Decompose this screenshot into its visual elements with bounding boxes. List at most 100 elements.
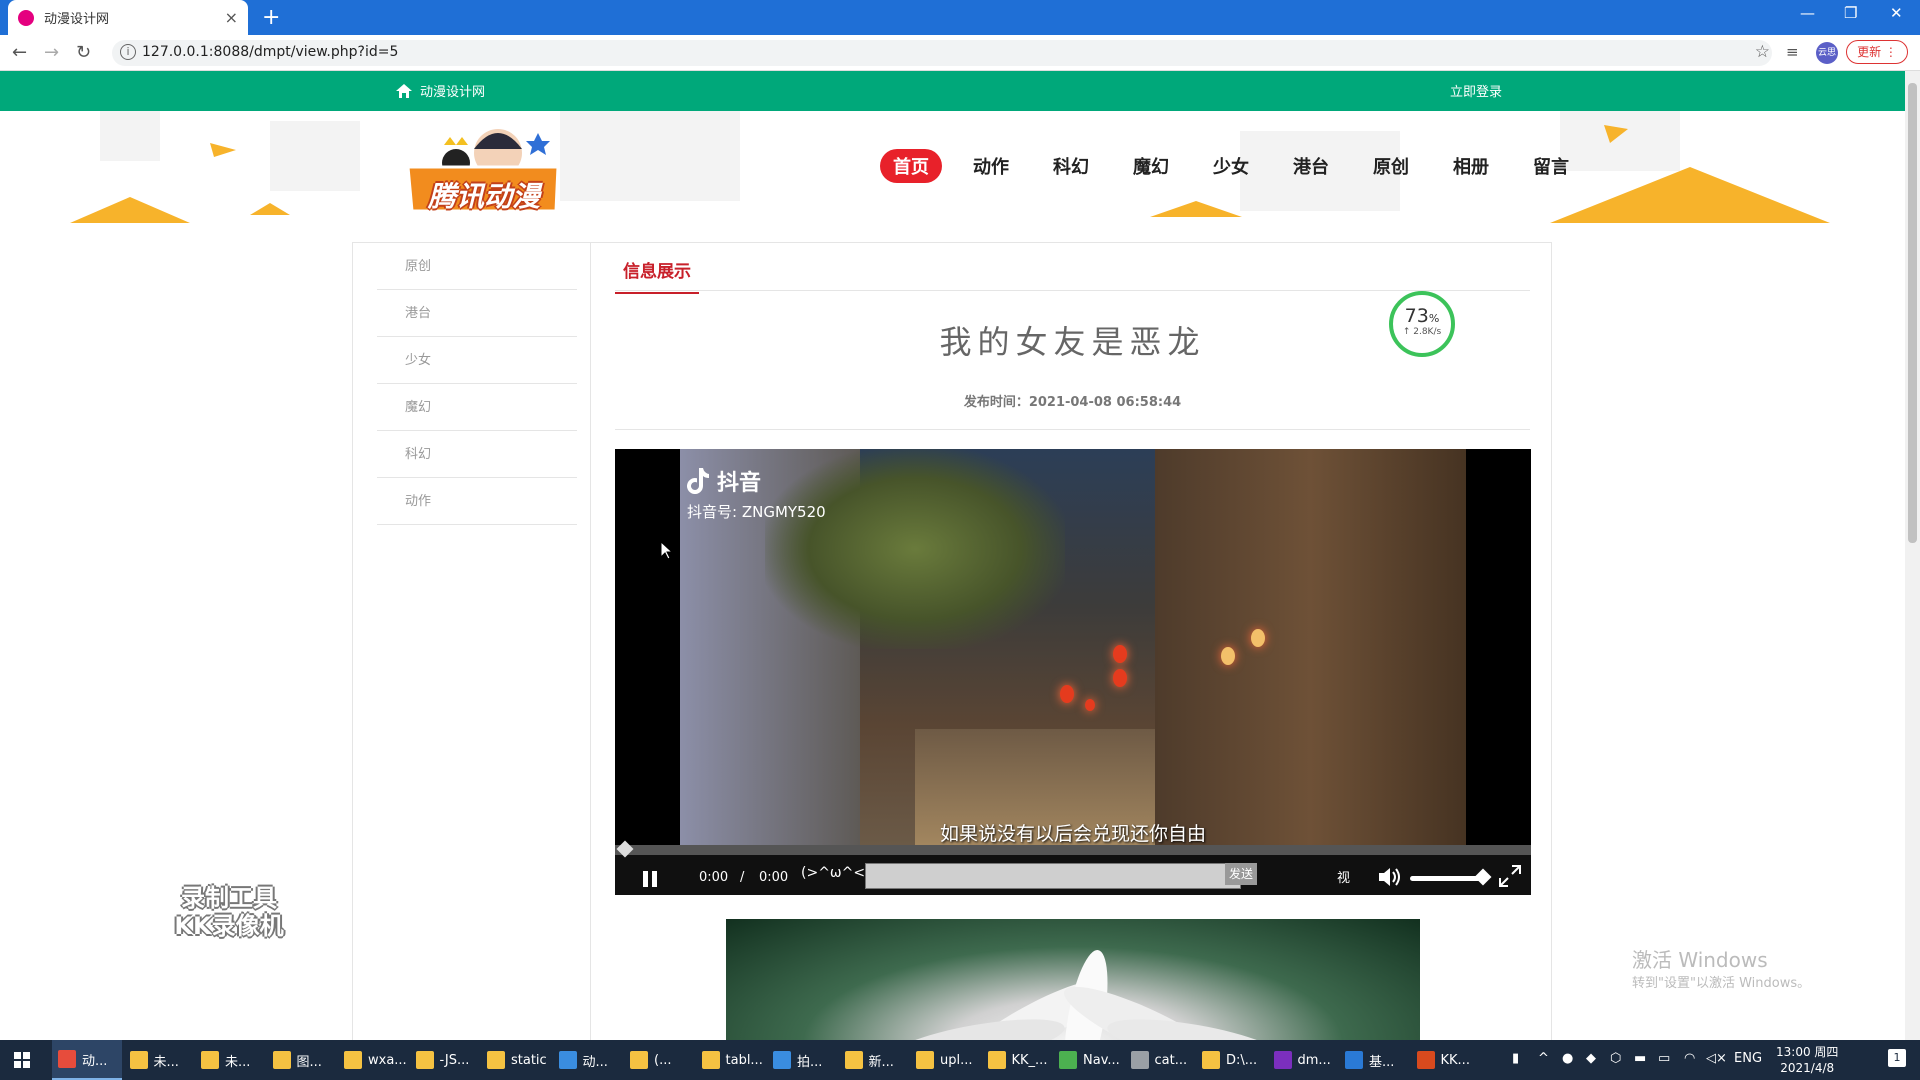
fullscreen-icon[interactable] <box>1499 865 1521 887</box>
windows-start-icon[interactable] <box>14 1052 30 1068</box>
taskbar-item[interactable]: 动... <box>52 1040 122 1080</box>
nav-item-home[interactable]: 首页 <box>880 149 942 183</box>
taskbar-item[interactable]: Nav... <box>1053 1040 1123 1080</box>
category-sidebar: 原创 港台 少女 魔幻 科幻 动作 <box>353 243 591 1043</box>
url-field[interactable]: i 127.0.0.1:8088/dmpt/view.php?id=5 <box>112 40 1772 66</box>
danmaku-input[interactable] <box>865 863 1241 889</box>
taskbar-item[interactable]: cat... <box>1125 1040 1195 1080</box>
taskbar-item-label: 动... <box>582 1054 608 1070</box>
taskbar-item[interactable]: D:\... <box>1196 1040 1266 1080</box>
taskbar-clock[interactable]: 13:00 周四 2021/4/8 <box>1776 1044 1838 1076</box>
reload-icon[interactable]: ↻ <box>76 42 91 63</box>
taskbar-app-icon <box>987 1051 1006 1069</box>
sidebar-item-action[interactable]: 动作 <box>377 478 577 525</box>
lantern <box>1085 699 1095 711</box>
tab-close-icon[interactable]: × <box>225 8 238 27</box>
nav-item-action[interactable]: 动作 <box>960 149 1022 183</box>
volume-slider[interactable] <box>1410 876 1482 881</box>
nav-item-original[interactable]: 原创 <box>1360 149 1422 183</box>
browser-tab[interactable]: 动漫设计网 × <box>8 0 248 35</box>
tray-bell-icon[interactable]: ◆ <box>1586 1051 1596 1066</box>
taskbar-item[interactable]: 基... <box>1339 1040 1409 1080</box>
nav-item-shoujo[interactable]: 少女 <box>1200 149 1262 183</box>
volume-icon[interactable] <box>1377 865 1403 889</box>
maximize-button[interactable]: ❐ <box>1844 4 1857 22</box>
tray-network-drive-icon[interactable]: ▬ <box>1634 1051 1646 1066</box>
close-window-button[interactable]: ✕ <box>1890 4 1903 22</box>
taskbar-app-icon <box>415 1051 434 1069</box>
taskbar-app-icon <box>916 1051 934 1069</box>
notification-center-icon[interactable]: 1 <box>1888 1049 1906 1067</box>
nav-item-hktw[interactable]: 港台 <box>1280 149 1342 183</box>
tray-shield-icon[interactable]: ⬡ <box>1610 1051 1621 1066</box>
login-link[interactable]: 立即登录 <box>1450 81 1502 100</box>
taskbar-item[interactable]: static <box>481 1040 551 1080</box>
tray-app-icon[interactable]: ● <box>1562 1051 1573 1066</box>
taskbar-item[interactable]: 未... <box>124 1040 194 1080</box>
sidebar-item-scifi[interactable]: 科幻 <box>377 431 577 478</box>
nav-item-album[interactable]: 相册 <box>1440 149 1502 183</box>
send-danmaku-button[interactable]: 发送 <box>1225 863 1257 885</box>
taskbar-item[interactable]: 新... <box>839 1040 909 1080</box>
home-link[interactable]: 动漫设计网 <box>396 81 485 100</box>
network-speed-widget[interactable]: 73% ↑ 2.8K/s <box>1389 291 1455 357</box>
taskbar-item[interactable]: dm... <box>1268 1040 1338 1080</box>
scrollbar-thumb[interactable] <box>1908 83 1917 543</box>
danmaku-style-button[interactable]: 视 <box>1337 867 1350 886</box>
forward-icon[interactable]: → <box>44 42 59 63</box>
taskbar-item[interactable]: 动... <box>553 1040 623 1080</box>
taskbar-item[interactable]: -JS... <box>410 1040 480 1080</box>
page-scrollbar[interactable] <box>1905 71 1920 1040</box>
video-player[interactable]: 抖音 抖音号: ZNGMY520 如果说没有以后会兑现还你自由 0:00 / 0… <box>615 449 1531 895</box>
taskbar-item[interactable]: tabl... <box>696 1040 766 1080</box>
tiktok-logo: 抖音 <box>687 465 761 497</box>
site-info-icon[interactable]: i <box>120 44 136 60</box>
minimize-button[interactable]: — <box>1800 4 1815 22</box>
emoticon-button[interactable]: (>^ω^<) <box>801 865 871 881</box>
tray-display-icon[interactable]: ▭ <box>1658 1051 1670 1066</box>
taskbar-item[interactable]: 拍... <box>767 1040 837 1080</box>
time-separator: / <box>740 870 745 885</box>
nav-item-message[interactable]: 留言 <box>1520 149 1582 183</box>
tray-chevron-icon[interactable]: ^ <box>1538 1051 1549 1066</box>
section-title: 信息展示 <box>615 257 699 294</box>
tiktok-note-icon <box>687 468 709 494</box>
profile-avatar[interactable]: 云思 <box>1816 42 1838 64</box>
mouse-cursor-icon <box>661 542 673 560</box>
back-icon[interactable]: ← <box>12 42 27 63</box>
lantern <box>1113 645 1127 663</box>
taskbar-app-icon <box>1273 1051 1292 1069</box>
update-button[interactable]: 更新 ⋮ <box>1846 40 1908 64</box>
taskbar-item[interactable]: KK_... <box>982 1040 1052 1080</box>
content-panel: 原创 港台 少女 魔幻 科幻 动作 信息展示 我的女友是恶龙 发布时间：2021… <box>352 242 1552 1043</box>
taskbar-item[interactable]: KK... <box>1411 1040 1481 1080</box>
sidebar-item-shoujo[interactable]: 少女 <box>377 337 577 384</box>
reading-list-icon[interactable]: ≡ <box>1786 43 1799 61</box>
battery-icon[interactable]: ▮ <box>1512 1051 1519 1066</box>
taskbar-item[interactable]: (... <box>624 1040 694 1080</box>
new-tab-button[interactable]: + <box>262 5 280 30</box>
taskbar-item[interactable]: wxa... <box>338 1040 408 1080</box>
nav-item-fantasy[interactable]: 魔幻 <box>1120 149 1182 183</box>
sidebar-item-hktw[interactable]: 港台 <box>377 290 577 337</box>
taskbar-item-label: wxa... <box>368 1052 407 1068</box>
input-language[interactable]: ENG <box>1734 1051 1762 1066</box>
pause-button[interactable] <box>643 871 659 887</box>
volume-slider-handle[interactable] <box>1474 868 1492 886</box>
taskbar-item-label: 未... <box>153 1054 179 1070</box>
wifi-icon[interactable]: ◠ <box>1684 1051 1695 1066</box>
nav-item-scifi[interactable]: 科幻 <box>1040 149 1102 183</box>
bookmark-star-icon[interactable]: ☆ <box>1755 42 1770 62</box>
speaker-muted-icon[interactable]: ◁× <box>1706 1051 1727 1066</box>
taskbar-item[interactable]: 图... <box>267 1040 337 1080</box>
video-progress-bar[interactable] <box>615 840 1531 858</box>
taskbar-item-label: 图... <box>296 1054 322 1070</box>
taskbar-item-label: static <box>511 1052 547 1068</box>
taskbar-item[interactable]: upl... <box>910 1040 980 1080</box>
taskbar-item[interactable]: 未... <box>195 1040 265 1080</box>
sidebar-item-original[interactable]: 原创 <box>377 243 577 290</box>
clock-date: 2021/4/8 <box>1780 1061 1835 1075</box>
logo-text: 腾讯动漫 <box>427 180 540 213</box>
sidebar-item-fantasy[interactable]: 魔幻 <box>377 384 577 431</box>
taskbar-item-label: (... <box>654 1052 672 1068</box>
